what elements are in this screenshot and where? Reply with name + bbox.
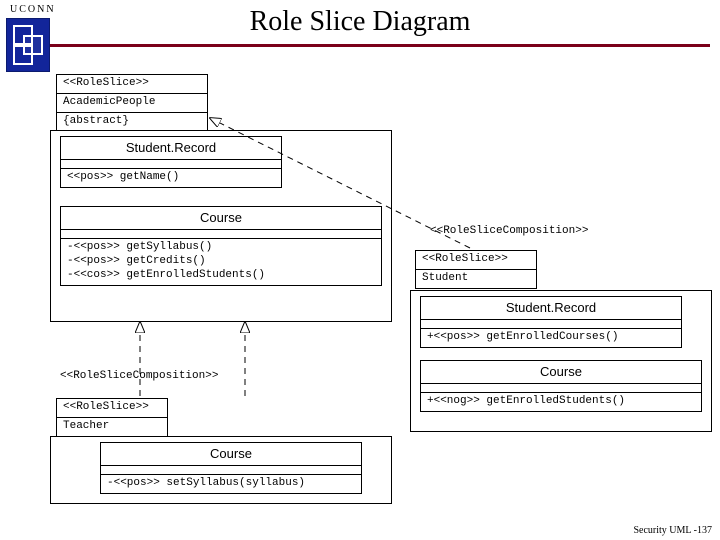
class-course-right: Course +<<nog>> getEnrolledStudents() [420, 360, 702, 412]
roleslice-student: <<RoleSlice>> Student [415, 250, 537, 289]
uconn-logo [6, 18, 50, 72]
empty-compartment [101, 465, 361, 474]
roleslicecomposition-label-right: <<RoleSliceComposition>> [430, 225, 588, 237]
empty-compartment [61, 229, 381, 238]
title-rule [50, 44, 710, 47]
class-name: Student [416, 269, 536, 288]
empty-compartment [421, 383, 701, 392]
operations: -<<pos>> getSyllabus() -<<pos>> getCredi… [61, 238, 381, 284]
roleslicecomposition-label-left: <<RoleSliceComposition>> [60, 370, 218, 382]
class-name: Student.Record [61, 137, 281, 159]
empty-compartment [421, 319, 681, 328]
slide-root: UCONN Role Slice Diagram <<RoleSlice>> A… [0, 0, 720, 540]
class-name: Course [61, 207, 381, 229]
class-name: Course [421, 361, 701, 383]
empty-compartment [61, 159, 281, 168]
class-name: Course [101, 443, 361, 465]
stereotype-text: <<RoleSlice>> [57, 75, 207, 93]
class-studentrecord-left: Student.Record <<pos>> getName() [60, 136, 282, 188]
class-studentrecord-right: Student.Record +<<pos>> getEnrolledCours… [420, 296, 682, 348]
class-course-left: Course -<<pos>> getSyllabus() -<<pos>> g… [60, 206, 382, 286]
class-name: Teacher [57, 417, 167, 436]
slide-title: Role Slice Diagram [0, 6, 720, 38]
abstract-modifier: {abstract} [57, 112, 207, 131]
operation: +<<pos>> getEnrolledCourses() [421, 328, 681, 347]
stereotype-text: <<RoleSlice>> [416, 251, 536, 269]
slide-footer: Security UML -137 [633, 525, 712, 536]
operation: <<pos>> getName() [61, 168, 281, 187]
roleslice-teacher: <<RoleSlice>> Teacher [56, 398, 168, 437]
stereotype-text: <<RoleSlice>> [57, 399, 167, 417]
operation: -<<pos>> setSyllabus(syllabus) [101, 474, 361, 493]
roleslice-academicpeople: <<RoleSlice>> AcademicPeople {abstract} [56, 74, 208, 131]
class-course-bottom: Course -<<pos>> setSyllabus(syllabus) [100, 442, 362, 494]
operation: +<<nog>> getEnrolledStudents() [421, 392, 701, 411]
class-name: Student.Record [421, 297, 681, 319]
class-name: AcademicPeople [57, 93, 207, 112]
